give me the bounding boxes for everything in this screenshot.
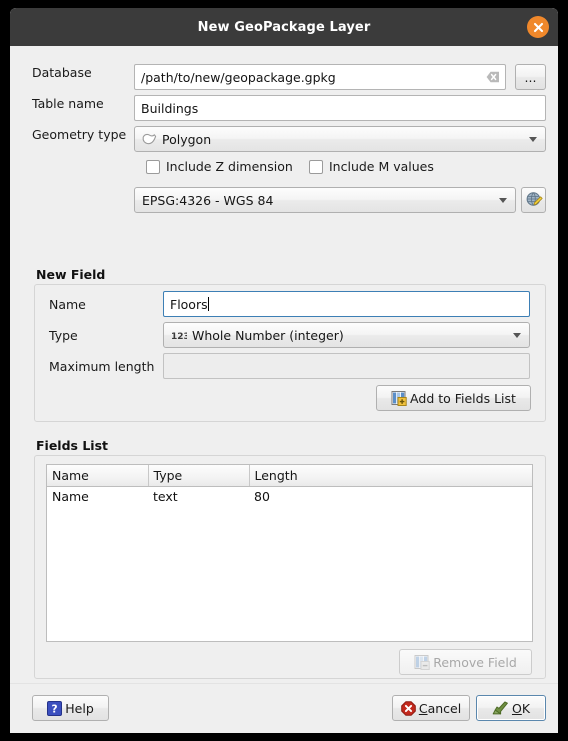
ok-label: OK (511, 700, 531, 716)
column-header-length[interactable]: Length (249, 465, 532, 487)
include-m-checkbox-box (309, 159, 323, 174)
clear-x-glyph (486, 71, 499, 83)
fields-table-header-row: Name Type Length (47, 465, 532, 487)
chevron-down-icon (513, 332, 521, 338)
cancel-label: Cancel (418, 700, 462, 716)
crs-combo[interactable]: EPSG:4326 - WGS 84 (134, 187, 516, 213)
remove-field-button[interactable]: Remove Field (399, 649, 532, 675)
add-field-icon (391, 390, 407, 406)
cell-name: Name (47, 486, 148, 506)
table-name-row: Table name (32, 96, 132, 111)
help-label: Help (65, 700, 94, 716)
remove-field-glyph (414, 655, 430, 670)
globe-crs-glyph (526, 192, 543, 206)
table-name-input-value: Buildings (141, 100, 199, 116)
chevron-down-icon (499, 197, 507, 203)
cell-length: 80 (249, 486, 532, 506)
chevron-down-icon (529, 136, 537, 142)
help-icon: ? (47, 700, 63, 716)
svg-text:?: ? (52, 703, 58, 715)
add-to-fields-list-button[interactable]: Add to Fields List (376, 385, 531, 411)
database-input[interactable]: /path/to/new/geopackage.gpkg (134, 64, 506, 90)
dialog-title: New GeoPackage Layer (197, 19, 371, 35)
polygon-icon (142, 133, 157, 145)
field-type-value: Whole Number (integer) (192, 327, 344, 343)
table-row[interactable]: Name text 80 (47, 486, 532, 506)
include-m-label: Include M values (329, 159, 434, 174)
ok-button[interactable]: OK (476, 695, 546, 721)
fields-table-element: Name Type Length Name text 80 (47, 465, 532, 506)
cancel-button[interactable]: Cancel (392, 695, 470, 721)
polygon-glyph (142, 133, 157, 145)
cancel-icon (401, 700, 416, 716)
globe-crs-icon (525, 191, 543, 209)
fields-list-group-title: Fields List (36, 438, 108, 453)
field-name-input[interactable]: Floors (163, 291, 530, 317)
cancel-glyph (401, 700, 416, 716)
dialog-body: Database /path/to/new/geopackage.gpkg ..… (10, 46, 558, 733)
new-geopackage-layer-dialog: New GeoPackage Layer Database /path/to/n… (10, 8, 558, 733)
database-row: Database (32, 65, 132, 80)
geometry-type-combo[interactable]: Polygon (134, 126, 546, 152)
field-name-label: Name (49, 297, 86, 312)
close-icon[interactable] (527, 16, 549, 38)
new-field-group-title: New Field (36, 267, 106, 282)
max-length-input[interactable] (163, 353, 530, 379)
field-type-label: Type (49, 328, 78, 343)
include-z-label: Include Z dimension (166, 159, 293, 174)
cell-type: text (148, 486, 249, 506)
field-name-input-value: Floors (170, 296, 209, 312)
dialog-titlebar: New GeoPackage Layer (10, 8, 558, 46)
ok-icon (492, 701, 509, 716)
database-label: Database (32, 65, 92, 80)
geometry-type-value: Polygon (162, 131, 212, 147)
remove-field-label: Remove Field (433, 654, 517, 670)
include-m-checkbox[interactable]: Include M values (309, 159, 434, 174)
field-type-combo[interactable]: 123 Whole Number (integer) (163, 322, 530, 348)
crs-select-button[interactable] (521, 187, 546, 213)
database-browse-label: ... (524, 69, 537, 85)
column-header-name[interactable]: Name (47, 465, 149, 487)
help-glyph: ? (47, 700, 63, 716)
table-name-label: Table name (32, 96, 104, 111)
dialog-button-bar: ? Help Cancel OK (10, 683, 558, 733)
remove-field-icon (414, 654, 430, 670)
close-x-glyph (533, 22, 543, 32)
include-z-checkbox[interactable]: Include Z dimension (146, 159, 293, 174)
text-caret (207, 296, 209, 311)
table-name-input[interactable]: Buildings (134, 95, 546, 121)
add-field-glyph (391, 391, 407, 406)
ok-glyph (492, 701, 508, 714)
database-input-value: /path/to/new/geopackage.gpkg (141, 69, 336, 85)
column-header-type[interactable]: Type (148, 465, 250, 487)
crs-value: EPSG:4326 - WGS 84 (142, 192, 274, 208)
123-glyph: 123 (171, 332, 187, 341)
fields-table[interactable]: Name Type Length Name text 80 (46, 464, 533, 642)
geometry-type-label: Geometry type (32, 127, 127, 142)
123-icon: 123 (171, 330, 187, 341)
add-to-fields-list-label: Add to Fields List (410, 390, 516, 406)
svg-text:123: 123 (171, 332, 187, 341)
database-browse-button[interactable]: ... (515, 64, 546, 90)
help-button[interactable]: ? Help (32, 695, 109, 721)
geometry-type-row: Geometry type (32, 127, 132, 142)
clear-x-icon[interactable] (485, 69, 501, 85)
include-z-checkbox-box (146, 159, 160, 174)
max-length-label: Maximum length (49, 359, 155, 374)
